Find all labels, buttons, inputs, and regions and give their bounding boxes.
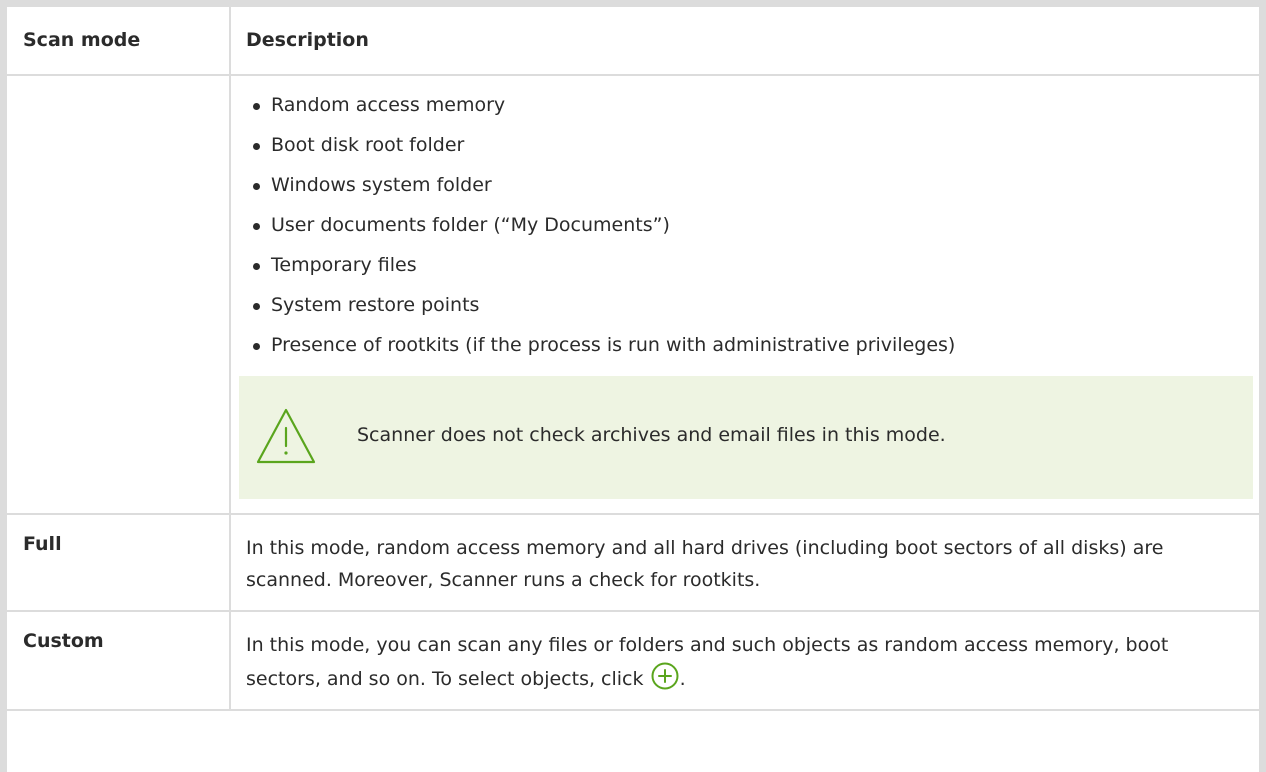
warning-text: Scanner does not check archives and emai… (357, 424, 946, 446)
bullet-dot (253, 143, 260, 150)
header-scan-mode: Scan mode (7, 7, 231, 76)
table-header-row: Scan mode Description (7, 7, 1259, 76)
table-row: Random access memory Boot disk root fold… (7, 74, 1259, 515)
bullet-dot (253, 303, 260, 310)
scan-modes-table: Scan mode Description Random access memo… (7, 7, 1259, 711)
mode-cell-custom: Custom (7, 610, 231, 711)
list-item: Windows system folder (251, 170, 1259, 210)
list-item: Boot disk root folder (251, 130, 1259, 170)
list-item: Temporary files (251, 250, 1259, 290)
add-circle-icon (651, 662, 679, 690)
mode-cell-express (7, 74, 231, 515)
bullet-dot (253, 103, 260, 110)
bullet-dot (253, 183, 260, 190)
custom-description-text: In this mode, you can scan any files or … (246, 634, 1169, 690)
table-row: Custom In this mode, you can scan any fi… (7, 610, 1259, 711)
header-description: Description (229, 7, 1259, 76)
description-cell-express: Random access memory Boot disk root fold… (229, 74, 1259, 515)
mode-cell-full: Full (7, 513, 231, 612)
list-item: Presence of rootkits (if the process is … (251, 330, 1259, 370)
description-cell-custom: In this mode, you can scan any files or … (229, 610, 1259, 711)
scanned-objects-list: Random access memory Boot disk root fold… (231, 76, 1259, 370)
warning-note: Scanner does not check archives and emai… (239, 376, 1253, 499)
bullet-dot (253, 223, 260, 230)
document-page: Scan mode Description Random access memo… (0, 0, 1266, 772)
table-row: Full In this mode, random access memory … (7, 513, 1259, 612)
custom-description-end: . (679, 668, 686, 690)
bullet-dot (253, 263, 260, 270)
list-item: User documents folder (“My Documents”) (251, 210, 1259, 250)
list-item: Random access memory (251, 90, 1259, 130)
list-item: System restore points (251, 290, 1259, 330)
bullet-dot (253, 343, 260, 350)
description-cell-full: In this mode, random access memory and a… (229, 513, 1259, 612)
warning-triangle-icon (256, 408, 316, 464)
